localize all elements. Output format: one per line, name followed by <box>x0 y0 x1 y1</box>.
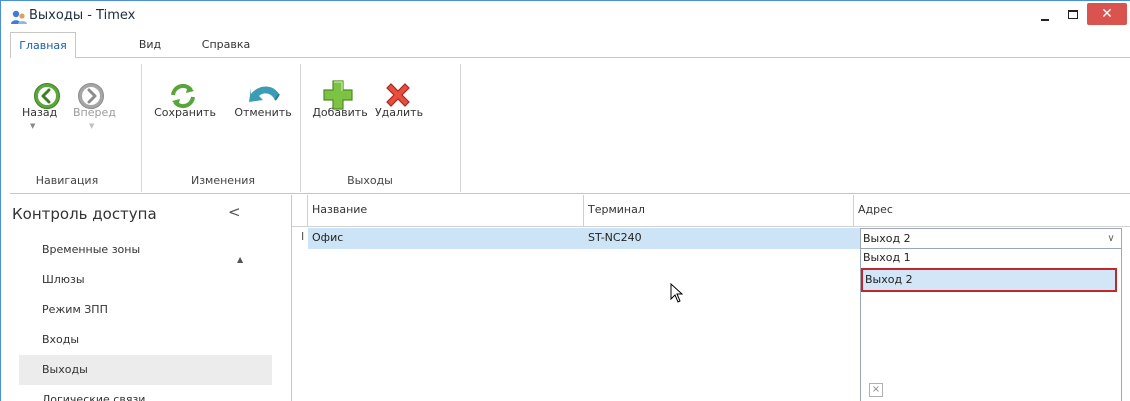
app-window: Выходы - Timex ✕ Главная Вид Справка Наз… <box>0 0 1130 401</box>
sidebar-title: Контроль доступа <box>12 205 157 223</box>
column-divider <box>307 195 308 227</box>
cell-terminal[interactable]: ST-NC240 <box>588 231 642 244</box>
sidebar-item-inputs[interactable]: Входы <box>19 325 272 355</box>
sidebar-item-gates[interactable]: Шлюзы <box>19 265 272 295</box>
sidebar: Контроль доступа < Временные зоны ▲ Шлюз… <box>10 195 290 401</box>
sidebar-item-time-zones[interactable]: Временные зоны ▲ <box>19 235 272 265</box>
row-edit-indicator-icon: I <box>301 230 305 243</box>
outputs-grid: Название Терминал Адрес I Офис ST-NC240 … <box>291 195 1130 401</box>
tab-view[interactable]: Вид <box>130 32 170 58</box>
dropdown-option-output-2[interactable]: Выход 2 <box>861 268 1117 292</box>
window-title: Выходы - Timex <box>29 8 136 23</box>
sidebar-item-label: Логические связи <box>42 393 146 401</box>
clear-selection-icon[interactable]: × <box>869 383 883 397</box>
tab-home[interactable]: Главная <box>10 32 76 59</box>
sidebar-item-outputs[interactable]: Выходы <box>19 355 272 385</box>
close-icon: ✕ <box>1101 6 1113 22</box>
ribbon-tab-bar: Главная Вид Справка <box>10 32 1130 59</box>
back-button[interactable]: Назад <box>22 106 62 119</box>
address-dropdown-list: Выход 1 Выход 2 × <box>860 249 1122 401</box>
column-header-terminal[interactable]: Терминал <box>588 203 645 216</box>
dropdown-option-label: Выход 2 <box>865 273 913 286</box>
close-button[interactable]: ✕ <box>1087 3 1127 25</box>
undo-icon[interactable] <box>247 82 281 108</box>
forward-dropdown-icon: ▼ <box>89 122 95 130</box>
table-row[interactable]: Офис ST-NC240 <box>308 228 860 249</box>
sidebar-item-zpp-mode[interactable]: Режим ЗПП <box>19 295 272 325</box>
title-bar[interactable]: Выходы - Timex ✕ <box>1 1 1130 31</box>
ribbon: Назад ▼ Вперед ▼ Навигация Сохранить Отм… <box>10 58 1130 194</box>
users-app-icon <box>11 10 27 24</box>
tab-help[interactable]: Справка <box>196 32 256 58</box>
minimize-icon <box>1041 19 1049 21</box>
sidebar-item-label: Входы <box>42 333 80 346</box>
sidebar-item-label: Временные зоны <box>42 243 141 256</box>
sidebar-item-label: Выходы <box>42 363 88 376</box>
group-changes-label: Изменения <box>190 174 256 187</box>
dropdown-option-output-1[interactable]: Выход 1 <box>863 251 911 264</box>
cell-name[interactable]: Офис <box>312 231 343 244</box>
save-button[interactable]: Сохранить <box>150 106 220 119</box>
group-navigation-label: Навигация <box>35 174 99 187</box>
column-divider <box>853 195 854 227</box>
group-divider <box>460 64 461 192</box>
column-header-name[interactable]: Название <box>312 203 367 216</box>
back-dropdown-icon[interactable]: ▼ <box>30 122 35 130</box>
delete-button[interactable]: Удалить <box>374 106 424 119</box>
sidebar-item-logical-links[interactable]: Логические связи <box>19 385 272 401</box>
column-header-address[interactable]: Адрес <box>858 203 893 216</box>
sidebar-item-label: Режим ЗПП <box>42 303 108 316</box>
maximize-icon <box>1068 10 1078 19</box>
column-divider <box>583 195 584 227</box>
maximize-button[interactable] <box>1059 1 1087 29</box>
group-divider <box>141 64 142 192</box>
forward-button: Вперед <box>73 106 116 119</box>
grid-header <box>292 195 1130 227</box>
mouse-cursor-icon <box>670 283 684 303</box>
group-outputs-label: Выходы <box>347 174 393 187</box>
cancel-button[interactable]: Отменить <box>231 106 295 119</box>
chevron-down-icon[interactable]: ∨ <box>1103 229 1119 248</box>
sidebar-item-label: Шлюзы <box>42 273 85 286</box>
add-button[interactable]: Добавить <box>312 106 368 119</box>
address-combobox-value: Выход 2 <box>863 232 911 245</box>
collapse-sidebar-icon[interactable]: < <box>228 203 241 221</box>
group-divider <box>300 64 301 192</box>
address-combobox[interactable]: Выход 2 ∨ <box>860 228 1122 249</box>
minimize-button[interactable] <box>1031 1 1059 29</box>
